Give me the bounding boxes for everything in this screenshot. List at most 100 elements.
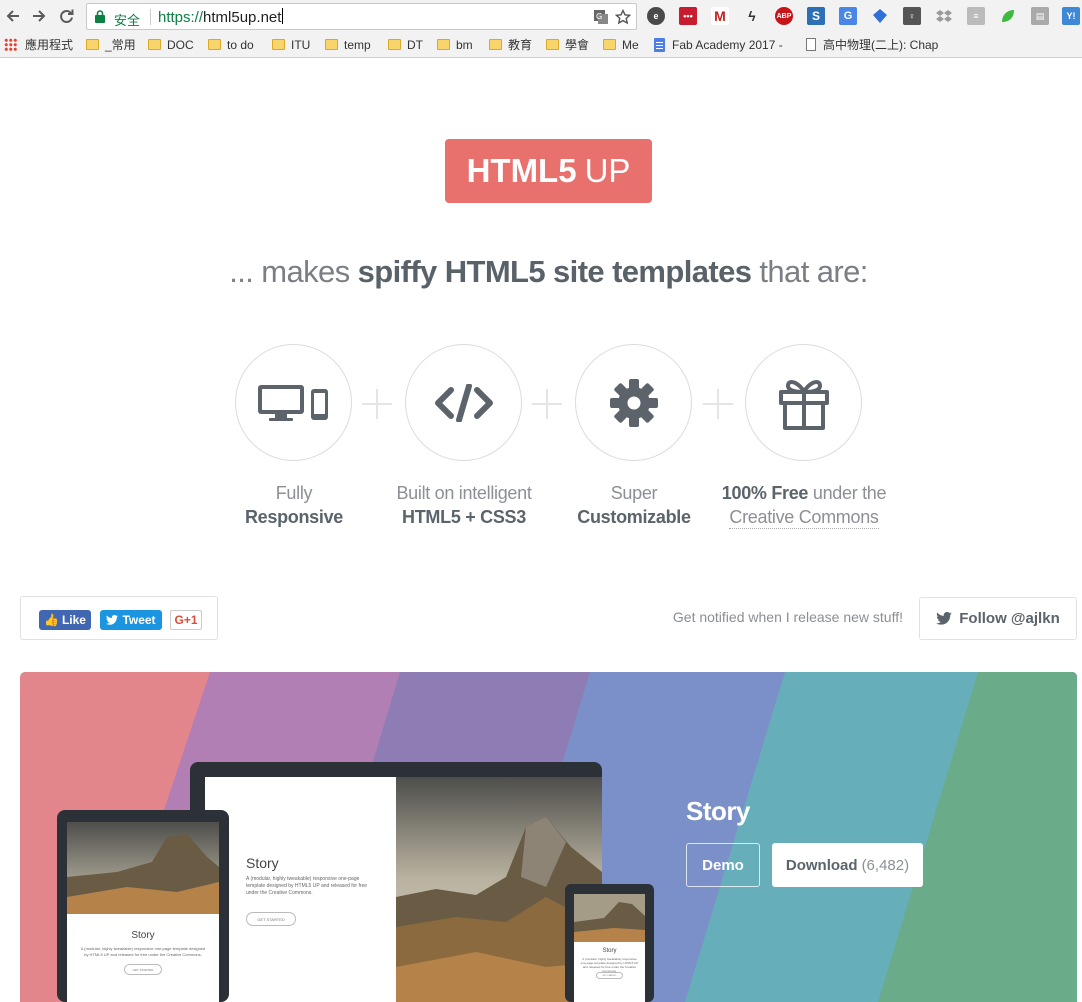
lock-icon [95, 10, 105, 23]
bookmark-label: DOC [167, 38, 194, 52]
browser-toolbar: 安全 https://html5up.net G e ••• M ϟ ABP S… [0, 0, 1082, 33]
bookmark-folder[interactable]: ITU [272, 37, 310, 54]
translate-page-icon[interactable]: G [593, 9, 609, 25]
bookmark-apps[interactable]: 應用程式 [4, 37, 73, 54]
mockup-button: GET STARTED [246, 912, 296, 926]
bookmark-label: to do [227, 38, 254, 52]
follow-button[interactable]: Follow @ajlkn [919, 597, 1077, 640]
reader-icon[interactable]: ≡ [967, 7, 985, 25]
tagline-suffix: that are: [751, 254, 868, 289]
template-preview-story[interactable]: Story A (modular, highly tweakable) resp… [20, 672, 1077, 1002]
download-button[interactable]: Download (6,482) [772, 843, 923, 887]
gear-icon [609, 378, 658, 427]
bookmark-folder[interactable]: DT [388, 37, 423, 54]
forward-button[interactable] [28, 5, 50, 27]
tagline-bold: spiffy HTML5 site templates [357, 254, 752, 289]
phone-text-panel: Story A (modular, highly tweakable) resp… [574, 942, 645, 1002]
url-text[interactable]: https://html5up.net [158, 8, 284, 26]
plus-divider [362, 389, 392, 419]
s-icon[interactable]: S [807, 7, 825, 25]
google-doc-icon [654, 38, 665, 52]
tweet-button[interactable]: Tweet [100, 610, 162, 630]
folder-icon [489, 39, 502, 50]
lightbulb-icon[interactable]: ♀ [903, 7, 921, 25]
bookmark-folder[interactable]: temp [325, 37, 371, 54]
facebook-like-button[interactable]: 👍 Like [39, 610, 91, 630]
gift-icon [778, 379, 829, 430]
translate-icon[interactable]: G [839, 7, 857, 25]
mockup-title: Story [131, 930, 155, 941]
secure-label: 安全 [114, 13, 141, 28]
desktop-mockup: Story A (modular, highly tweakable) resp… [190, 762, 602, 1002]
reload-button[interactable] [55, 5, 77, 27]
mockup-title: Story [246, 855, 279, 871]
page-icon [806, 38, 816, 51]
leaf-icon[interactable] [999, 7, 1017, 25]
google-plus-button[interactable]: G+1 [170, 610, 202, 630]
bookmark-label: 教育 [508, 38, 533, 52]
bookmark-label: bm [456, 38, 473, 52]
code-icon [434, 383, 493, 422]
tablet-text-panel: Story A (modular, highly tweakable) resp… [67, 914, 219, 1002]
bookmark-folder[interactable]: DOC [148, 37, 194, 54]
bookmark-star-icon[interactable] [615, 9, 631, 25]
back-arrow-icon [6, 10, 19, 22]
mockup-title: Story [602, 948, 617, 954]
url-host: html5up.net [203, 9, 282, 26]
apps-grid-icon [4, 38, 17, 51]
mockup-text-panel: Story A (modular, highly tweakable) resp… [205, 777, 396, 1002]
tab-icon[interactable]: ▤ [1031, 7, 1049, 25]
address-bar[interactable]: 安全 https://html5up.net G [86, 3, 637, 30]
folder-icon [86, 39, 99, 50]
gplus-label: G+1 [174, 613, 198, 627]
folder-icon [148, 39, 161, 50]
bookmark-label: 高中物理(二上): Chap [823, 38, 939, 52]
follow-label: Follow @ajlkn [959, 610, 1060, 627]
adblock-plus-icon[interactable]: ABP [775, 7, 793, 25]
feature-free [745, 344, 862, 461]
devices-icon [257, 384, 328, 421]
landscape-photo [67, 822, 219, 914]
bookmark-folder[interactable]: 教育 [489, 37, 532, 54]
bookmark-fab-academy[interactable]: Fab Academy 2017 - [654, 37, 783, 54]
bookmark-folder[interactable]: Me [603, 37, 639, 54]
url-scheme: https:// [158, 9, 204, 26]
download-label: Download [785, 856, 858, 874]
creative-commons-link[interactable]: Creative Commons [729, 507, 879, 529]
bookmark-folder[interactable]: bm [437, 37, 473, 54]
bookmark-label: 學會 [565, 38, 590, 52]
like-label: Like [61, 613, 86, 627]
svg-text:G: G [596, 12, 602, 21]
bookmark-label: _常用 [105, 38, 136, 52]
feature-customizable [575, 344, 692, 461]
caption-bold: 100% Free [721, 483, 809, 503]
bookmark-physics[interactable]: 高中物理(二上): Chap [806, 37, 938, 54]
gmail-icon[interactable]: M [711, 7, 729, 25]
mockup-button: GET STARTED [124, 964, 162, 975]
caption-bold: HTML5 + CSS3 [402, 507, 526, 527]
page-tagline: ... makes spiffy HTML5 site templates th… [0, 254, 1082, 290]
lastpass-icon[interactable]: ••• [679, 7, 697, 25]
dropbox-icon[interactable] [935, 7, 953, 25]
folder-icon [272, 39, 285, 50]
text-caret [282, 8, 284, 24]
yahoo-icon[interactable]: Y! [1062, 7, 1080, 25]
thumbs-up-icon: 👍 [44, 613, 59, 627]
feature-caption-free: 100% Free under the Creative Commons [704, 481, 904, 529]
bookmark-folder[interactable]: 學會 [546, 37, 589, 54]
bolt-icon[interactable]: ϟ [743, 7, 761, 25]
back-button[interactable] [2, 5, 24, 27]
demo-button[interactable]: Demo [686, 843, 760, 887]
site-logo[interactable]: HTML5 UP [445, 139, 652, 203]
plus-divider [703, 389, 733, 419]
folder-icon [546, 39, 559, 50]
bookmark-folder[interactable]: to do [208, 37, 254, 54]
folder-icon [208, 39, 221, 50]
folder-icon [388, 39, 401, 50]
forward-arrow-icon [33, 10, 46, 22]
landscape-photo [574, 894, 645, 942]
caption-bold: Responsive [244, 507, 344, 527]
diamond-icon[interactable] [871, 7, 889, 25]
evernote-icon[interactable]: e [647, 7, 665, 25]
bookmark-folder[interactable]: _常用 [86, 37, 136, 54]
